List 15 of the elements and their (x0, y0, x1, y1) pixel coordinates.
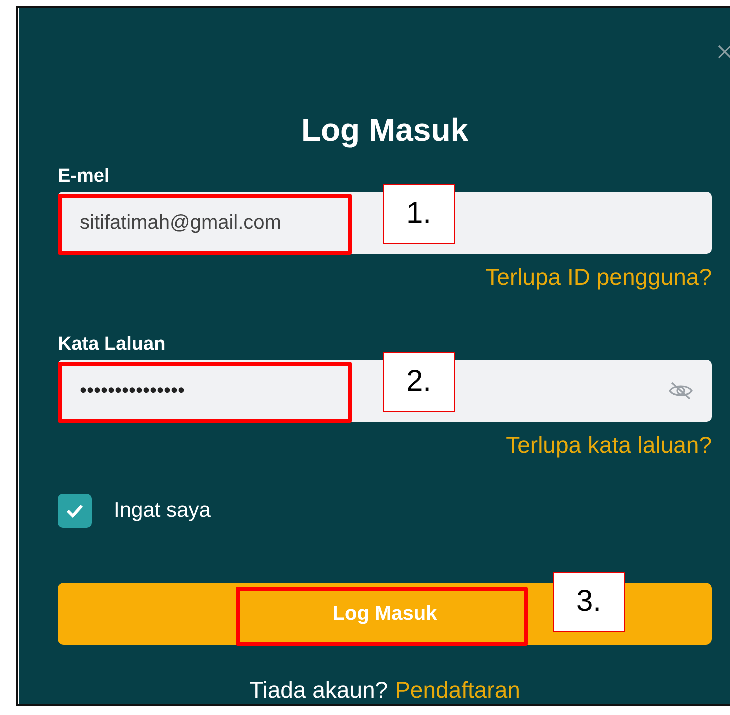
field-label: E-mel (58, 165, 111, 189)
forgot-link[interactable]: Terlupa kata laluan? (506, 430, 712, 460)
checkmark-icon (65, 503, 85, 519)
step-number: 1. (383, 184, 455, 244)
forgot-link[interactable]: Terlupa ID pengguna? (486, 262, 712, 292)
field-label: Kata Laluan (58, 333, 167, 357)
eye-slash-icon[interactable] (668, 381, 694, 401)
dialog-title: Log Masuk (300, 111, 470, 150)
footer-text: Tiada akaun? (250, 676, 388, 704)
step-number: 3. (553, 572, 625, 632)
close-icon[interactable] (717, 44, 730, 60)
remember-label: Ingat saya (114, 499, 211, 523)
step-number: 2. (383, 352, 455, 412)
signup-link[interactable]: Pendaftaran (395, 675, 520, 704)
checkbox[interactable] (58, 494, 92, 528)
